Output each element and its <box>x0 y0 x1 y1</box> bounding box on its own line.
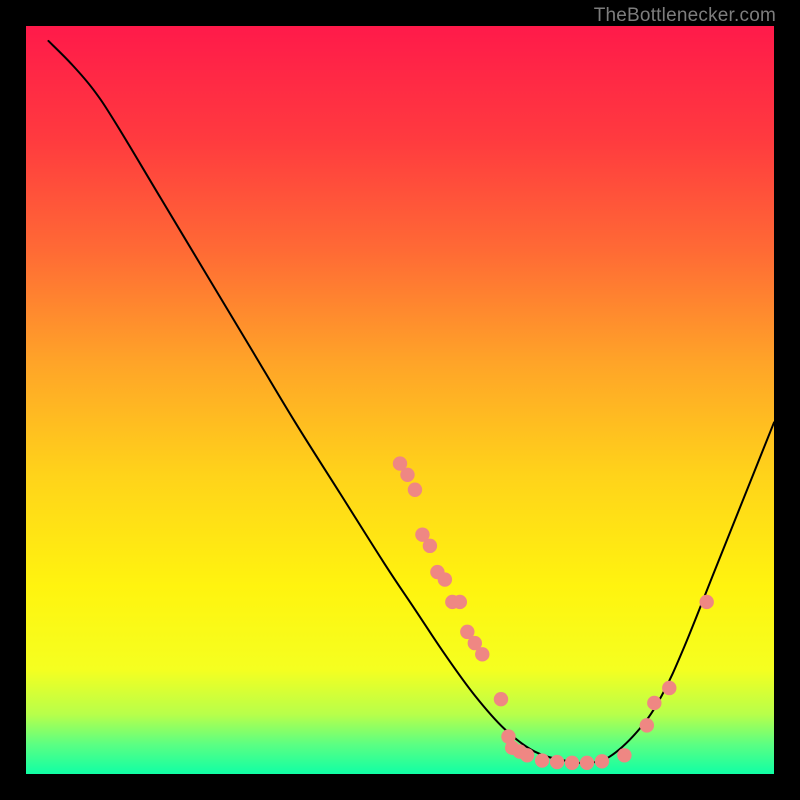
data-point <box>640 718 654 732</box>
data-point <box>408 483 422 497</box>
data-point <box>453 595 467 609</box>
gradient-background <box>26 26 774 774</box>
data-point <box>520 748 534 762</box>
data-point <box>423 539 437 553</box>
data-point <box>550 755 564 769</box>
data-point <box>647 696 661 710</box>
data-point <box>565 756 579 770</box>
data-point <box>617 748 631 762</box>
data-point <box>580 756 594 770</box>
data-point <box>494 692 508 706</box>
data-point <box>475 647 489 661</box>
chart-stage: TheBottlenecker.com <box>0 0 800 800</box>
data-point <box>595 754 609 768</box>
data-point <box>662 681 676 695</box>
data-point <box>400 468 414 482</box>
data-point <box>699 595 713 609</box>
data-point <box>535 753 549 767</box>
chart-svg <box>26 26 774 774</box>
plot-area <box>26 26 774 774</box>
data-point <box>438 572 452 586</box>
watermark-label: TheBottlenecker.com <box>594 5 776 27</box>
